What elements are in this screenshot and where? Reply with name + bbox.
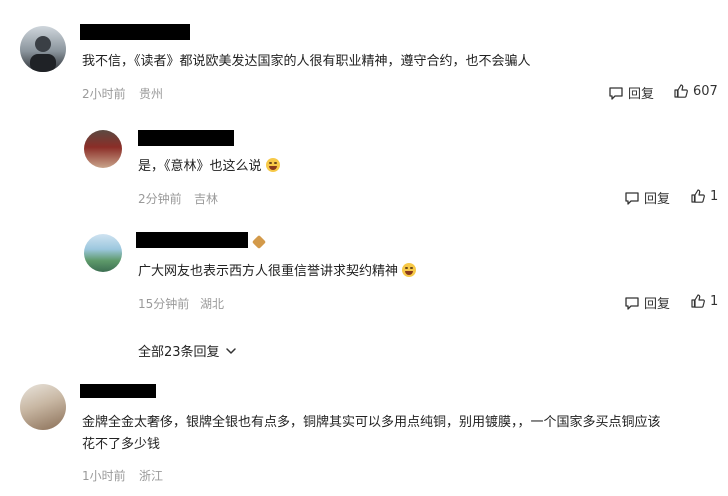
like-button[interactable]: 1 <box>690 293 718 309</box>
username-redacted <box>80 384 156 398</box>
comment-location: 浙江 <box>139 469 164 483</box>
like-button[interactable]: 1 <box>690 188 718 204</box>
expand-replies-label: 全部23条回复 <box>138 345 220 360</box>
comment-text-line1: 金牌全金太奢侈，银牌全银也有点多，铜牌其实可以多用点纯铜，别用镀膜，，一个国家多… <box>82 415 661 430</box>
badge-icon <box>251 234 267 250</box>
laugh-emoji <box>402 263 417 277</box>
username-redacted <box>136 232 248 248</box>
reply-location: 湖北 <box>200 297 225 311</box>
reply-label: 回复 <box>644 192 671 207</box>
comment-icon <box>624 190 640 206</box>
expand-replies-button[interactable]: 全部23条回复 <box>138 341 238 360</box>
comment-icon <box>624 295 640 311</box>
comment-text: 我不信，《读者》都说欧美发达国家的人很有职业精神，遵守合约，也不会骗人 <box>82 54 531 69</box>
comment-icon <box>608 85 624 101</box>
comment-time: 2小时前 <box>82 87 126 101</box>
smile-emoji <box>265 158 280 172</box>
user-avatar-icon <box>30 36 56 72</box>
reply-time: 15分钟前 <box>138 297 190 311</box>
avatar[interactable] <box>20 384 66 430</box>
thumbs-up-icon <box>673 83 689 99</box>
comment-time: 1小时前 <box>82 469 126 483</box>
reply-time: 2分钟前 <box>138 192 182 206</box>
username-redacted <box>138 130 234 146</box>
reply-button[interactable]: 回复 <box>624 188 670 207</box>
like-count: 607 <box>693 83 718 99</box>
thumbs-up-icon <box>690 293 706 309</box>
reply-button[interactable]: 回复 <box>608 83 654 102</box>
like-count: 1 <box>710 188 719 204</box>
reply-label: 回复 <box>628 87 655 102</box>
like-button[interactable]: 607 <box>673 83 718 99</box>
avatar[interactable] <box>20 26 66 72</box>
username-redacted <box>80 24 190 40</box>
reply-text: 是，《意林》也这么说 <box>138 158 280 176</box>
reply-button[interactable]: 回复 <box>624 293 670 312</box>
reply-location: 吉林 <box>194 192 219 206</box>
avatar[interactable] <box>84 234 122 272</box>
avatar[interactable] <box>84 130 122 168</box>
comment-text-line2: 花不了多少钱 <box>82 437 161 452</box>
reply-label: 回复 <box>644 297 671 312</box>
like-count: 1 <box>710 293 719 309</box>
thumbs-up-icon <box>690 188 706 204</box>
comment-location: 贵州 <box>139 87 164 101</box>
reply-text: 广大网友也表示西方人很重信誉讲求契约精神 <box>138 263 417 281</box>
chevron-down-icon <box>224 344 238 358</box>
